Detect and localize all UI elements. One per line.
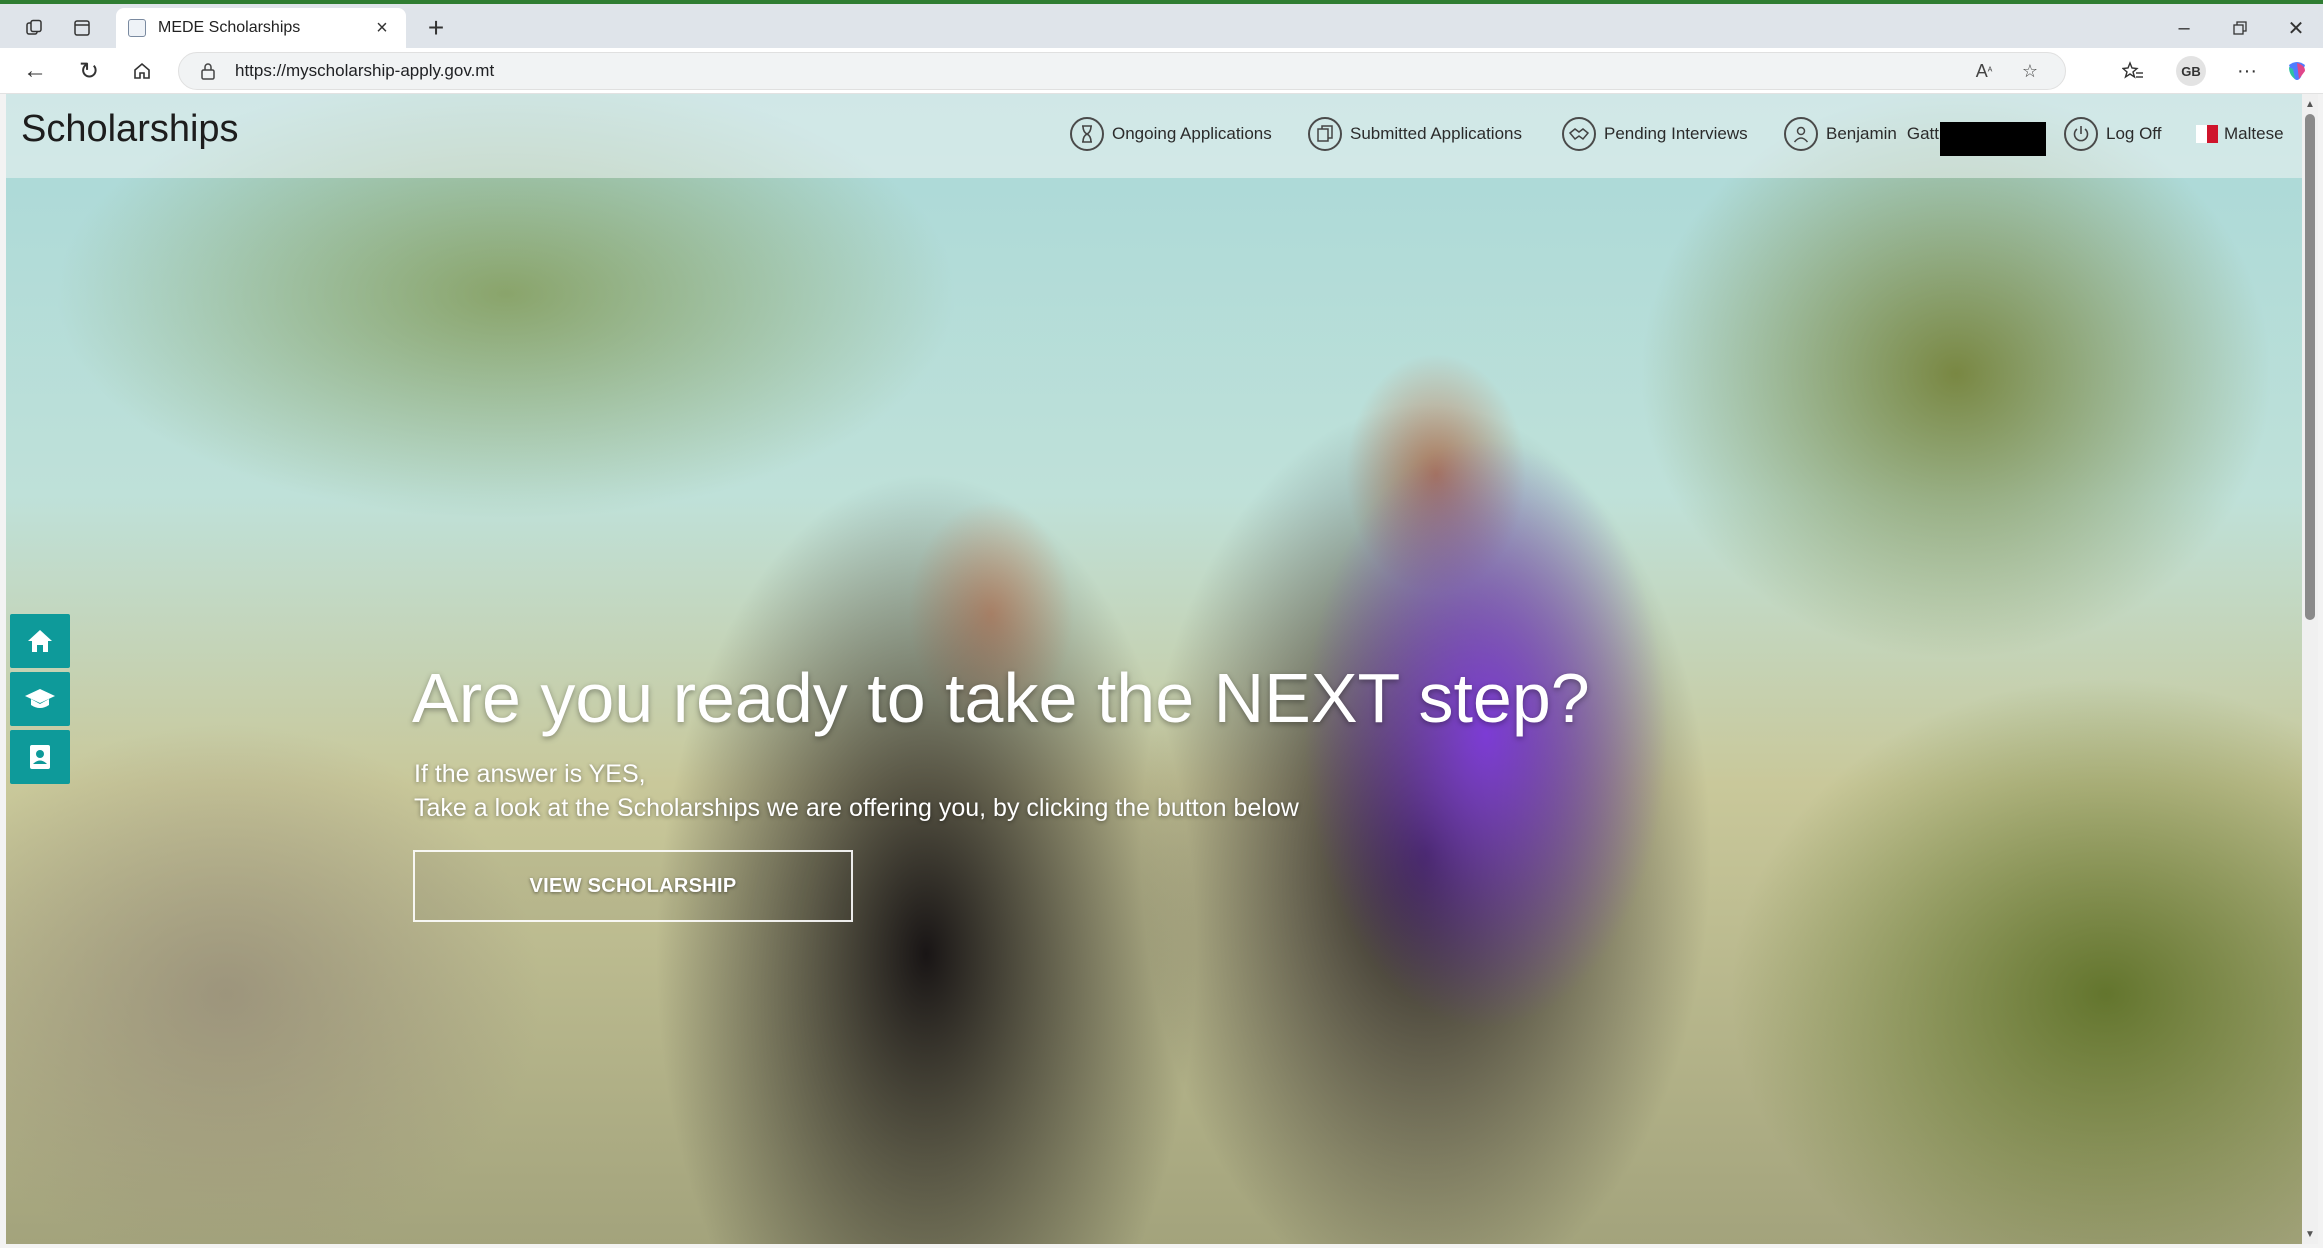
close-tab-icon[interactable]: × xyxy=(370,17,394,40)
nav-logoff-label: Log Off xyxy=(2106,124,2162,143)
power-icon xyxy=(2064,117,2098,151)
minimize-icon[interactable]: – xyxy=(2158,8,2210,48)
handshake-icon xyxy=(1562,117,1596,151)
workspaces-icon[interactable] xyxy=(18,12,50,44)
hero-line-1: If the answer is YES, xyxy=(414,760,646,788)
nav-pending-label: Pending Interviews xyxy=(1604,124,1748,143)
view-scholarship-button[interactable]: VIEW SCHOLARSHIP xyxy=(413,850,853,922)
home-icon[interactable] xyxy=(125,54,159,88)
back-icon[interactable]: ← xyxy=(18,54,52,88)
more-menu-icon[interactable]: ··· xyxy=(2230,54,2264,88)
nav-pending-interviews[interactable]: Pending Interviews xyxy=(1562,114,1748,154)
graduation-cap-icon xyxy=(25,689,55,708)
dock-contacts-button[interactable] xyxy=(10,730,70,784)
scroll-down-icon[interactable]: ▼ xyxy=(2302,1226,2318,1242)
favorite-star-icon[interactable]: ☆ xyxy=(2013,56,2047,86)
restore-icon[interactable] xyxy=(2214,8,2266,48)
malta-flag-icon xyxy=(2196,125,2218,143)
copilot-icon[interactable] xyxy=(2280,54,2314,88)
url-text[interactable]: https://myscholarship-apply.gov.mt xyxy=(235,61,1955,81)
hourglass-icon xyxy=(1070,117,1104,151)
favorites-icon[interactable] xyxy=(2116,54,2150,88)
refresh-icon[interactable]: ↻ xyxy=(72,54,106,88)
new-tab-icon[interactable]: + xyxy=(420,12,452,44)
user-icon xyxy=(1784,117,1818,151)
page-favicon-icon xyxy=(128,19,146,37)
scroll-up-icon[interactable]: ▲ xyxy=(2302,96,2318,112)
user-last-name: Gatt xyxy=(1906,124,1939,143)
redacted-block xyxy=(1940,122,2046,156)
nav-submitted-label: Submitted Applications xyxy=(1350,124,1522,143)
browser-tab[interactable]: MEDE Scholarships × xyxy=(116,8,406,48)
site-header: Scholarships Ongoing Applications Submit… xyxy=(6,94,2302,178)
read-aloud-icon[interactable]: Aᴬ xyxy=(1967,56,2001,86)
nav-submitted-applications[interactable]: Submitted Applications xyxy=(1308,114,1522,154)
user-first-name: Benjamin xyxy=(1826,124,1897,143)
home-icon xyxy=(28,630,52,652)
scroll-thumb[interactable] xyxy=(2305,114,2315,620)
dock-scholarships-button[interactable] xyxy=(10,672,70,726)
contact-book-icon xyxy=(30,745,50,769)
tab-actions-icon[interactable] xyxy=(66,12,98,44)
nav-ongoing-label: Ongoing Applications xyxy=(1112,124,1272,143)
language-label: Maltese xyxy=(2224,124,2284,143)
profile-avatar[interactable]: GB xyxy=(2176,56,2206,86)
close-window-icon[interactable]: ✕ xyxy=(2270,8,2322,48)
hero-title: Are you ready to take the NEXT step? xyxy=(412,659,1590,737)
tab-strip: MEDE Scholarships × + – ✕ xyxy=(0,4,2323,48)
documents-icon xyxy=(1308,117,1342,151)
nav-log-off[interactable]: Log Off xyxy=(2064,114,2161,154)
nav-user-profile[interactable]: Benjamin Gatt xyxy=(1784,114,1939,154)
lock-icon[interactable] xyxy=(197,60,219,82)
language-switch[interactable]: Maltese xyxy=(2196,114,2284,154)
dock-home-button[interactable] xyxy=(10,614,70,668)
page-viewport: Scholarships Ongoing Applications Submit… xyxy=(6,94,2302,1244)
site-brand[interactable]: Scholarships xyxy=(21,108,239,151)
tab-title: MEDE Scholarships xyxy=(158,19,301,36)
address-bar[interactable]: https://myscholarship-apply.gov.mt Aᴬ ☆ xyxy=(178,52,2066,90)
nav-ongoing-applications[interactable]: Ongoing Applications xyxy=(1070,114,1272,154)
hero-line-2: Take a look at the Scholarships we are o… xyxy=(414,794,1299,822)
